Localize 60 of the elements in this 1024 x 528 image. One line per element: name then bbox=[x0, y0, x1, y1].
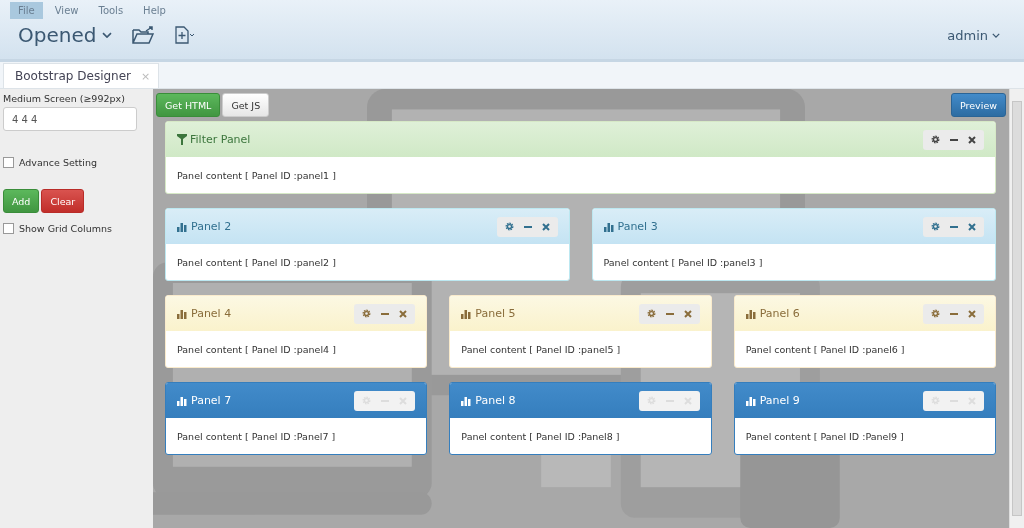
close-icon[interactable] bbox=[968, 222, 976, 231]
menu-item[interactable]: File bbox=[10, 1, 43, 19]
bar-chart-icon bbox=[177, 395, 188, 406]
panel-title: Panel 3 bbox=[603, 220, 658, 233]
get-js-button[interactable]: Get JS bbox=[222, 93, 270, 117]
scrollbar[interactable] bbox=[1009, 89, 1024, 528]
panel-content: Panel content [ Panel ID :Panel7 ] bbox=[177, 430, 336, 442]
panel-title: Panel 2 bbox=[177, 220, 232, 233]
panel-title: Panel 4 bbox=[177, 307, 232, 320]
menu-item[interactable]: View bbox=[46, 1, 87, 19]
close-icon[interactable] bbox=[968, 309, 976, 318]
panel-content: Panel content [ Panel ID :panel1 ] bbox=[177, 169, 336, 181]
panel-content: Panel content [ Panel ID :Panel8 ] bbox=[461, 430, 620, 442]
close-icon[interactable] bbox=[683, 309, 692, 318]
panel-title: Panel 5 bbox=[461, 307, 516, 320]
add-button[interactable]: Add bbox=[3, 189, 40, 213]
panel-content: Panel content [ Panel ID :panel2 ] bbox=[177, 256, 336, 268]
bar-chart-icon bbox=[745, 308, 757, 319]
settings-icon[interactable] bbox=[646, 309, 656, 318]
advance-setting-checkbox[interactable]: Advance Setting bbox=[3, 157, 150, 168]
user-menu[interactable]: admin bbox=[947, 27, 1000, 43]
panel-content: Panel content [ Panel ID :panel4 ] bbox=[177, 343, 336, 355]
filter-icon bbox=[177, 134, 187, 145]
close-icon[interactable] bbox=[968, 135, 976, 144]
get-html-button[interactable]: Get HTML bbox=[156, 93, 221, 117]
panel-content: Panel content [ Panel ID :panel6 ] bbox=[745, 343, 905, 355]
panel-title: Panel 9 bbox=[745, 394, 800, 407]
bar-chart-icon bbox=[461, 395, 473, 406]
panel-content: Panel content [ Panel ID :panel5 ] bbox=[461, 343, 621, 355]
clear-button[interactable]: Clear bbox=[41, 189, 85, 213]
close-icon[interactable] bbox=[541, 222, 550, 231]
settings-icon[interactable] bbox=[931, 135, 940, 144]
panel-title: Panel 8 bbox=[461, 394, 516, 407]
screen-size-label: Medium Screen (≥992px) bbox=[3, 93, 126, 104]
caret-icon[interactable] bbox=[102, 31, 113, 39]
panel-title: Panel 6 bbox=[745, 307, 800, 320]
settings-icon[interactable] bbox=[362, 309, 372, 318]
close-icon[interactable] bbox=[399, 309, 408, 318]
bar-chart-icon bbox=[461, 308, 473, 319]
menu-item[interactable]: Help bbox=[135, 1, 174, 19]
panel-content: Panel content [ Panel ID :panel3 ] bbox=[603, 256, 763, 268]
new-file-icon[interactable] bbox=[174, 26, 197, 44]
document-dropdown[interactable]: Opened bbox=[18, 23, 113, 47]
layout-input-field[interactable]: 4 4 4 bbox=[3, 107, 137, 131]
panel-content: Panel content [ Panel ID :Panel9 ] bbox=[745, 430, 904, 442]
preview-button[interactable]: Preview bbox=[951, 93, 1006, 117]
bar-chart-icon bbox=[177, 308, 188, 319]
panel-title: Panel 7 bbox=[177, 394, 232, 407]
bar-chart-icon bbox=[745, 395, 757, 406]
document-tab[interactable]: Bootstrap Designer × bbox=[3, 63, 160, 88]
panel-title: Filter Panel bbox=[177, 133, 251, 146]
bar-chart-icon bbox=[603, 221, 615, 232]
bar-chart-icon bbox=[177, 221, 188, 232]
settings-icon[interactable] bbox=[931, 222, 940, 231]
open-folder-icon[interactable] bbox=[132, 26, 155, 44]
menu-item[interactable]: Tools bbox=[90, 1, 132, 19]
settings-icon[interactable] bbox=[504, 222, 514, 231]
show-grid-checkbox[interactable]: Show Grid Columns bbox=[3, 223, 150, 234]
caret-icon[interactable] bbox=[992, 32, 1000, 38]
settings-icon[interactable] bbox=[931, 309, 940, 318]
